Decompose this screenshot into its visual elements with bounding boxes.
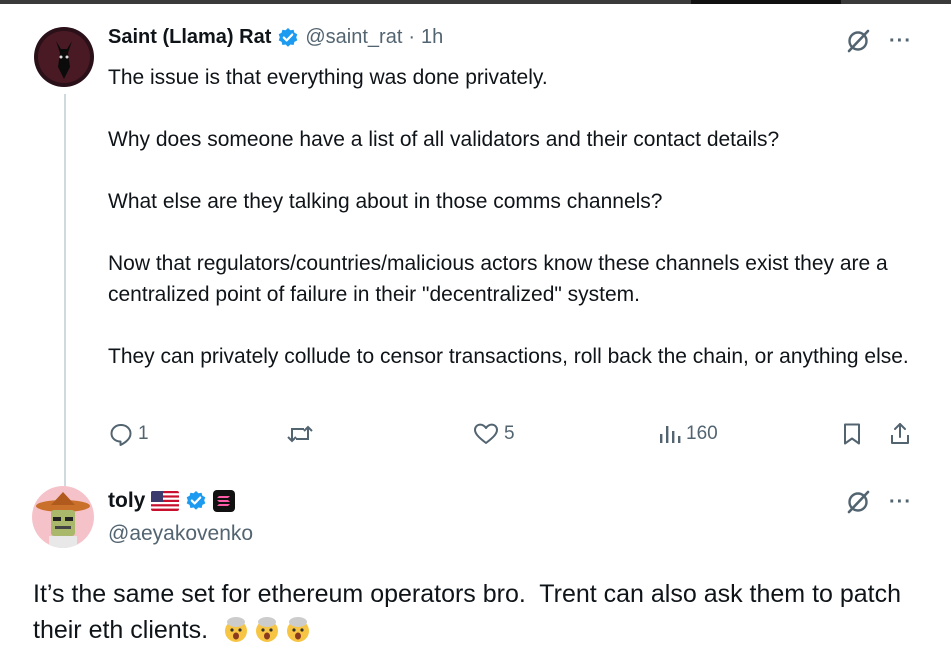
tweet-top-actions: ··· [845, 28, 912, 54]
exploding-head-emoji-icon [222, 615, 250, 643]
tweet-header: Saint (Llama) Rat @saint_rat · 1h [108, 26, 443, 49]
top-edge-strip [0, 0, 951, 4]
reply-icon [110, 424, 132, 446]
us-flag-icon [151, 491, 180, 511]
bookmark-button[interactable] [840, 421, 864, 447]
views-button[interactable]: 160 [658, 421, 718, 447]
verified-badge-icon [185, 490, 207, 512]
verified-badge-icon [277, 27, 299, 49]
exploding-head-emoji-icon [284, 615, 312, 643]
grok-icon[interactable] [845, 28, 871, 54]
repost-button[interactable] [286, 421, 318, 447]
like-button[interactable]: 5 [472, 421, 515, 447]
tweet-text-container: It’s the same set for ethereum operators… [33, 576, 933, 648]
author-name[interactable]: Saint (Llama) Rat [108, 26, 271, 49]
separator-dot: · [408, 26, 416, 48]
reply-button[interactable]: 1 [108, 421, 149, 447]
author-name[interactable]: toly [108, 489, 145, 513]
tweet-text: The issue is that everything was done pr… [108, 66, 909, 368]
tweet-action-bar: 1 5 160 [108, 421, 913, 451]
reply-count: 1 [138, 423, 149, 444]
author-handle[interactable]: @saint_rat [305, 26, 402, 49]
more-options-icon[interactable]: ··· [889, 31, 912, 51]
more-options-icon[interactable]: ··· [889, 492, 912, 512]
author-handle[interactable]: @aeyakovenko [108, 522, 253, 546]
share-icon [891, 423, 909, 444]
repost-icon [287, 425, 313, 443]
view-count: 160 [686, 423, 718, 444]
like-count: 5 [504, 423, 515, 444]
tweet-top-actions: ··· [845, 489, 912, 515]
timestamp[interactable]: 1h [421, 26, 443, 49]
heart-icon [474, 423, 498, 444]
avatar[interactable] [32, 486, 94, 548]
avatar[interactable] [34, 27, 94, 87]
solana-affiliate-icon[interactable] [213, 490, 236, 512]
thread-connector-line [64, 94, 66, 486]
exploding-head-emoji-icon [253, 615, 281, 643]
share-button[interactable] [888, 421, 912, 447]
analytics-icon [660, 426, 681, 443]
grok-icon[interactable] [845, 489, 871, 515]
tweet-header: toly [108, 489, 236, 513]
bookmark-icon [844, 423, 860, 445]
tweet-text: It’s the same set for ethereum operators… [33, 580, 908, 644]
